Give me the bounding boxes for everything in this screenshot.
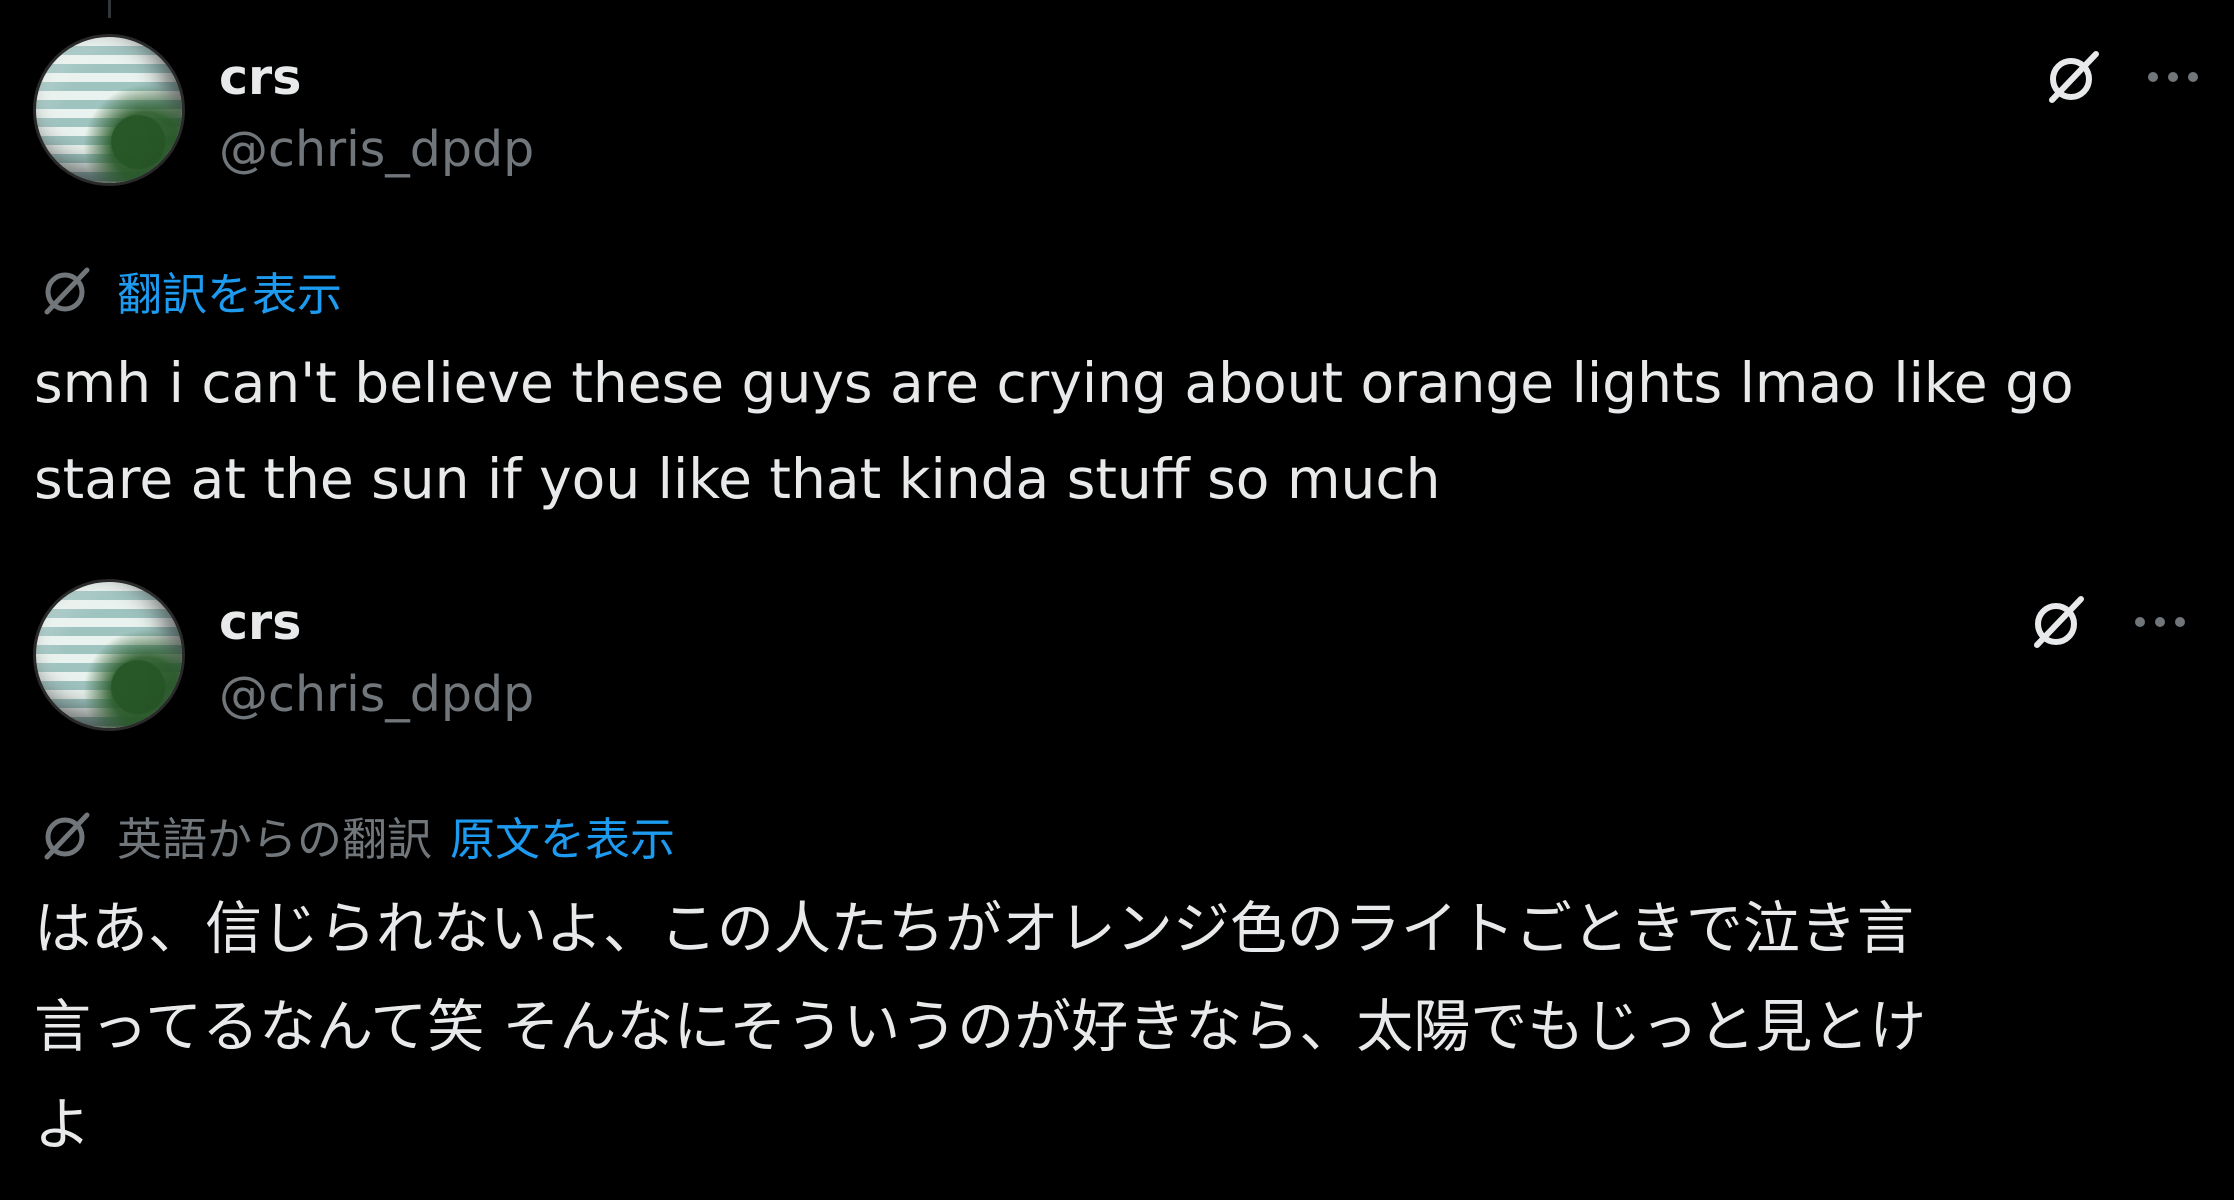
- translation-source-label: 英語からの翻訳: [117, 812, 433, 866]
- avatar[interactable]: [33, 34, 185, 186]
- translation-bar: 翻訳を表示: [37, 258, 342, 323]
- author-handle[interactable]: @chris_dpdp: [219, 665, 534, 725]
- post-text: smh i can't believe these guys are cryin…: [34, 351, 2074, 511]
- post-text: はあ、信じられないよ、この人たちがオレンジ色のライトごときで泣き言 言ってるなん…: [34, 896, 1927, 1158]
- more-button[interactable]: [2125, 587, 2195, 657]
- author-name[interactable]: crs: [219, 593, 301, 653]
- avatar[interactable]: [33, 579, 185, 731]
- translation-bar: 英語からの翻訳 原文を表示: [37, 803, 675, 868]
- thread-connector-line: [108, 0, 111, 18]
- grok-button[interactable]: [2038, 42, 2108, 112]
- translate-icon: [37, 260, 97, 320]
- grok-icon: [2034, 596, 2084, 648]
- grok-icon: [2049, 51, 2099, 103]
- show-translation-link[interactable]: 翻訳を表示: [117, 258, 342, 323]
- author-name[interactable]: crs: [219, 48, 301, 108]
- more-icon: [2148, 72, 2198, 82]
- more-button[interactable]: [2138, 42, 2208, 112]
- more-icon: [2135, 617, 2185, 627]
- show-original-link[interactable]: 原文を表示: [450, 803, 675, 868]
- author-handle[interactable]: @chris_dpdp: [219, 120, 534, 180]
- grok-button[interactable]: [2023, 587, 2093, 657]
- translate-icon: [37, 805, 97, 865]
